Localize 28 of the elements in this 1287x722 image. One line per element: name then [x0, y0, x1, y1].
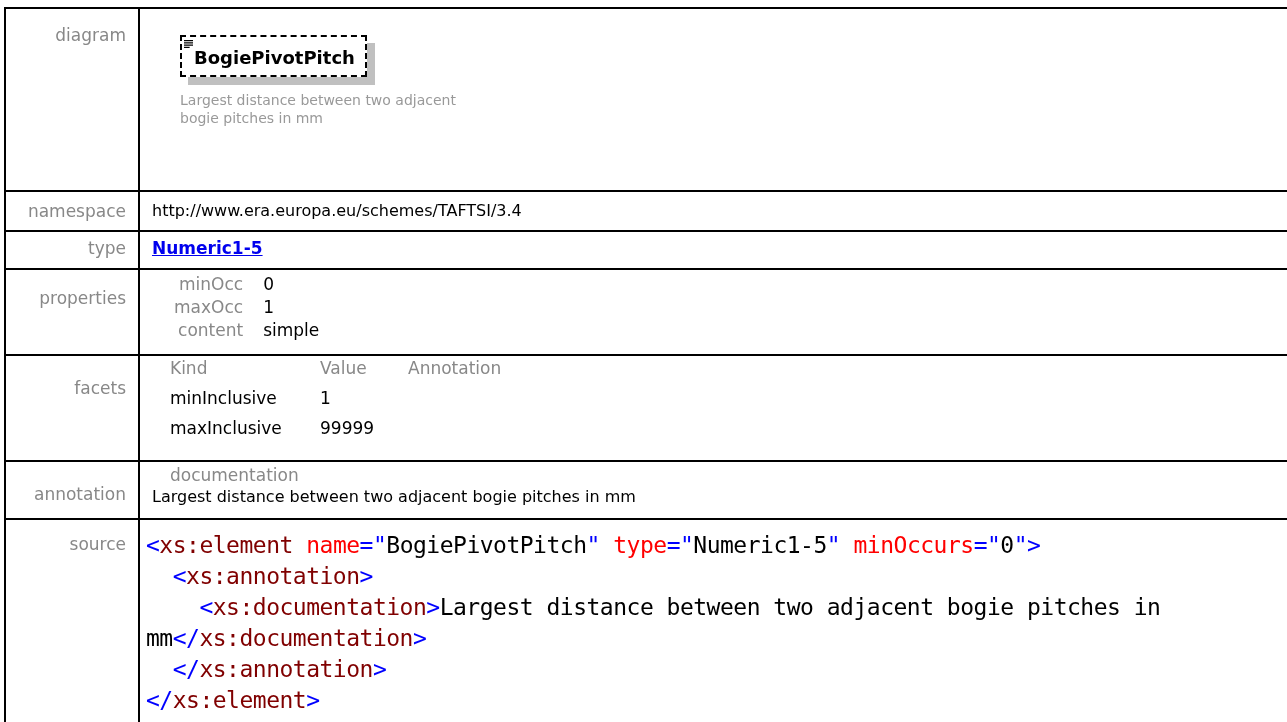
row-label: annotation: [34, 484, 126, 504]
column-header: Kind: [170, 358, 209, 378]
facet-value: 99999: [320, 417, 376, 438]
property-name: content: [177, 320, 244, 340]
documentation-heading: documentation: [170, 465, 300, 485]
row-label: facets: [74, 378, 126, 398]
row-label: type: [88, 238, 126, 258]
row-label: properties: [39, 288, 126, 308]
property-name: maxOcc: [174, 297, 244, 317]
element-description: Largest distance between two adjacent bogie pitches in mm: [180, 91, 457, 128]
facet-kind: minInclusive: [170, 387, 278, 408]
property-value: simple: [263, 320, 320, 340]
row-label: source: [69, 534, 126, 554]
property-value: 0: [263, 274, 275, 294]
namespace-value: http://www.era.europa.eu/schemes/TAFTSI/3.4: [152, 201, 522, 220]
property-value: 1: [263, 297, 275, 317]
documentation-text: Largest distance between two adjacent bogie pitches in mm: [152, 487, 637, 506]
source-code: <xs:element name="BogiePivotPitch" type="Numeric1-5" minOccurs="0"> <xs:annotation> <xs:documentation>Largest distance between two adjacent bogie pitches in mm</xs:documentation> </xs:annotation> </xs:element>: [146, 531, 1162, 715]
property-name: minOcc: [178, 274, 244, 294]
lines-icon: [184, 40, 193, 48]
facet-value: 1: [320, 387, 332, 408]
element-name: BogiePivotPitch: [194, 47, 355, 68]
facet-kind: maxInclusive: [170, 417, 283, 438]
type-link[interactable]: Numeric1-5: [152, 238, 263, 258]
column-header: Annotation: [408, 358, 503, 378]
row-label: namespace: [27, 201, 126, 221]
row-label: diagram: [55, 25, 126, 45]
column-header: Value: [320, 358, 368, 378]
